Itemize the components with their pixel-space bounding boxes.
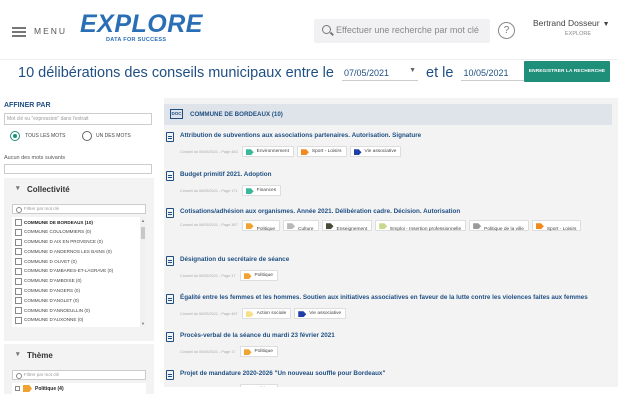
document-group-icon: DOC [170,109,183,119]
result-meta: Conseil du 06/05/2021 - Page 483 [180,149,238,154]
theme-item-politique[interactable]: Politique (4) [12,383,146,394]
scrollbar[interactable]: ▲ ▼ [140,217,146,327]
list-item[interactable]: COMMUNE D OUVET (0) [12,256,146,266]
list-item[interactable]: COMMUNE D ANDERNOS LES BAINS (0) [12,246,146,256]
filter-panel: AFFINER PAR Mot clé ou "expression" dans… [0,98,156,394]
collectivite-list: COMMUNE DE BORDEAUX (10) COMMUNE COULOMM… [12,217,146,327]
logo-text: EXPLORE [80,10,203,38]
scroll-up-icon[interactable]: ▲ [141,218,145,223]
theme-tag[interactable]: Politique de la ville [469,220,529,232]
logo[interactable]: EXPLORE DATA FOR SUCCESS [80,10,203,44]
theme-tag[interactable]: Enseignement [321,220,373,232]
results-group-title: COMMUNE DE BORDEAUX (10) [190,111,283,118]
list-item[interactable]: COMMUNE D'ANGLET (0) [12,295,146,305]
top-bar: MENU EXPLORE DATA FOR SUCCESS Effectuer … [0,0,618,60]
list-item[interactable]: COMMUNE D'ANGERS (0) [12,286,146,296]
save-search-button[interactable]: ENREGISTRER LA RECHERCHE [524,61,610,82]
list-item[interactable]: COMMUNE D'AMBARES-ET-LAGRAVE (0) [12,266,146,276]
result-title-link[interactable]: Cotisations/adhésion aux organismes. Ann… [180,208,460,215]
list-item[interactable]: COMMUNE DE BORDEAUX (10) [12,217,146,227]
theme-tag[interactable]: Culture [283,220,319,232]
title-text-middle: et le [426,64,454,81]
result-meta: Conseil du 06/05/2021 - Page 487 [180,311,238,316]
result-meta-line: Conseil du 06/05/2021 - Page 483 Environn… [180,143,404,158]
result-title-link[interactable]: Procès-verbal de la séance du mardi 23 f… [180,332,335,339]
theme-tag[interactable]: Politique [239,270,278,282]
document-icon[interactable] [166,256,174,266]
search-input[interactable]: Effectuer une recherche par mot clé [314,19,490,43]
list-item[interactable]: COMMUNE D'AMBOISE (0) [12,276,146,286]
result-title-link[interactable]: Budget primitif 2021. Adoption [180,171,271,178]
result-title-link[interactable]: Désignation du secrétaire de séance [180,256,289,263]
menu-label[interactable]: MENU [34,26,67,36]
without-words-input[interactable] [4,164,152,174]
help-icon[interactable]: ? [498,22,515,39]
collectivite-section: Collectivité Filtrer par mot clé COMMUNE… [4,178,154,341]
list-item[interactable]: COMMUNE D'AUXONNE (0) [12,315,146,325]
title-text-before: 10 délibérations des conseils municipaux… [18,64,334,81]
theme-tag[interactable]: Politique [239,346,278,358]
document-icon[interactable] [166,294,174,304]
tag-icon [23,385,32,392]
result-meta-line: Conseil du 06/05/2021 - Page 17Politique [180,381,281,387]
radio-all-words-label: TOUS LES MOTS [25,133,66,139]
search-placeholder: Effectuer une recherche par mot clé [336,25,479,35]
theme-tag[interactable]: Vie associative [294,308,347,320]
scrollbar-thumb[interactable] [141,227,145,239]
results-group-header[interactable]: DOC COMMUNE DE BORDEAUX (10) [164,104,612,125]
filter-title: AFFINER PAR [4,102,51,109]
collectivite-filter-input[interactable]: Filtrer par mot clé [12,204,146,214]
without-words-label: Aucun des mots suivants [4,155,66,161]
results-panel: DOC COMMUNE DE BORDEAUX (10) Attribution… [164,98,618,387]
theme-title[interactable]: Thème [4,344,154,368]
document-icon[interactable] [166,171,174,181]
theme-tag[interactable]: Sport - Loisirs [531,220,582,232]
theme-tag[interactable]: Vie associative [349,146,402,158]
document-icon[interactable] [166,208,174,218]
collectivite-title[interactable]: Collectivité [4,178,154,202]
list-item[interactable]: COMMUNE COULOMMIERS (0) [12,227,146,237]
user-menu[interactable]: Bertrand Dosseur ▼ EXPLORE [533,18,613,37]
result-meta: Conseil du 06/05/2021 - Page 17 [180,273,236,278]
result-meta: Conseil du 06/05/2021 - Page 367 [180,223,238,228]
user-name: Bertrand Dosseur [533,18,600,28]
theme-filter-input[interactable]: Filtrer par mot clé [12,370,146,380]
result-meta-line: Conseil du 06/05/2021 - Page 17Politique [180,267,281,282]
theme-tag[interactable]: Emploi - Insertion professionnelle [375,220,467,232]
result-meta-line: Conseil du 06/05/2021 - Page 367Politiqu… [180,219,600,232]
result-meta: Conseil du 06/05/2021 - Page 171 [180,188,238,193]
result-title-link[interactable]: Égalité entre les femmes et les hommes. … [180,294,588,301]
document-icon[interactable] [166,132,174,142]
result-meta-line: Conseil du 06/05/2021 - Page 487 Action s… [180,305,349,320]
result-title-link[interactable]: Projet de mandature 2020-2026 "Un nouvea… [180,370,385,377]
chevron-down-icon: ▼ [602,21,610,28]
date-from-value: 07/05/2021 [344,67,390,78]
list-item[interactable]: COMMUNE D AIX EN PROVENCE (0) [12,237,146,247]
search-icon [322,25,331,34]
radio-one-word-label: UN DES MOTS [96,133,131,139]
theme-tag[interactable]: Sport - Loisirs [296,146,347,158]
document-icon[interactable] [166,370,174,380]
user-org: EXPLORE [565,31,591,37]
keyword-input[interactable]: Mot clé ou "expression" dans l'extrait [4,113,152,125]
chevron-down-icon: ▼ [409,67,416,74]
radio-all-words[interactable] [10,131,20,141]
result-meta-line: Conseil du 06/05/2021 - Page 171 Finances [180,182,284,197]
theme-tag[interactable]: Finances [241,185,282,197]
list-item[interactable]: COMMUNE D'ANNOEULLIN (0) [12,305,146,315]
theme-tag[interactable]: Environnement [241,146,294,158]
page-title: 10 délibérations des conseils municipaux… [18,64,541,81]
date-to-value: 10/05/2021 [463,67,509,78]
radio-one-word[interactable] [82,131,92,141]
result-title-link[interactable]: Attribution de subventions aux associati… [180,132,421,139]
result-meta: Conseil du 06/05/2021 - Page 17 [180,349,236,354]
theme-tag[interactable]: Politique [241,220,281,232]
result-meta-line: Conseil du 06/05/2021 - Page 17Politique [180,343,281,358]
document-icon[interactable] [166,332,174,342]
menu-icon[interactable] [12,27,26,37]
scroll-down-icon[interactable]: ▼ [141,321,145,326]
theme-tag[interactable]: Action sociale [241,308,292,320]
date-from-select[interactable]: 07/05/2021 ▼ [342,64,418,81]
